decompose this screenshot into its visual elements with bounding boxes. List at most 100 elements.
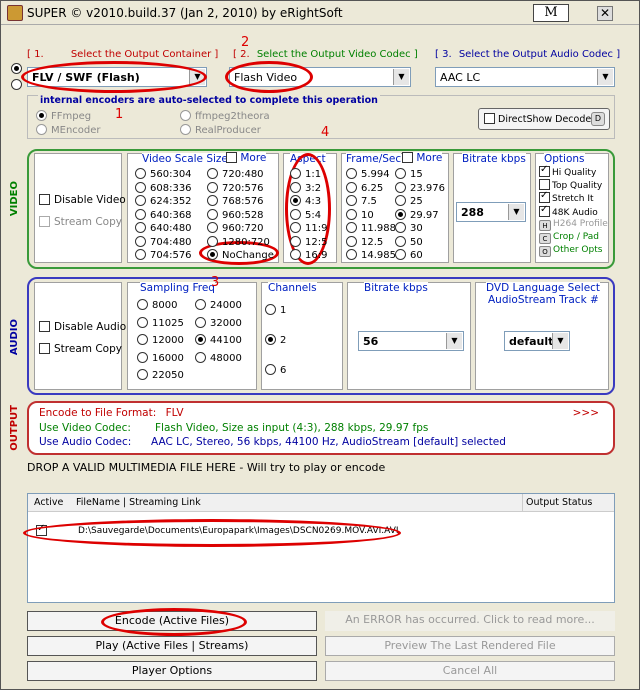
freq-option[interactable]: 8000 <box>137 299 177 311</box>
player-options-button[interactable]: Player Options <box>27 661 317 681</box>
col-filename[interactable]: FileName | Streaming Link <box>76 497 201 508</box>
video-option-1[interactable]: Top Quality <box>539 179 602 191</box>
scale-option[interactable]: 1280:720 <box>207 235 270 248</box>
scale-option[interactable]: 704:480 <box>135 235 192 248</box>
aspect-option[interactable]: 1:1 <box>290 168 321 180</box>
scale-more[interactable]: More <box>226 152 267 164</box>
scale-option[interactable]: NoChange <box>207 249 274 261</box>
audio-disable-frame: Disable Audio Stream Copy <box>34 282 126 390</box>
video-stream-copy-checkbox[interactable]: Stream Copy <box>39 216 122 228</box>
channel-option[interactable]: 1 <box>265 304 286 316</box>
freq-option[interactable]: 44100 <box>195 334 242 346</box>
video-option-6[interactable]: O Other Opts <box>539 245 602 258</box>
col-output-status[interactable]: Output Status <box>526 497 592 508</box>
aspect-option[interactable]: 11:9 <box>290 222 327 234</box>
app-window: SUPER © v2010.build.37 (Jan 2, 2010) by … <box>0 0 640 690</box>
fps-option[interactable]: 6.25 <box>346 181 383 194</box>
cancel-all-button[interactable]: Cancel All <box>325 661 615 681</box>
encoder-ffmpeg2theora: ffmpeg2theora <box>180 110 270 122</box>
file-list[interactable]: Active FileName | Streaming Link Output … <box>27 493 615 603</box>
scale-option[interactable]: 608:336 <box>135 181 192 194</box>
chevron-down-icon: ▼ <box>508 204 524 220</box>
scale-option[interactable]: 640:480 <box>135 222 192 234</box>
video-section-label: VIDEO <box>9 181 20 217</box>
video-option-2[interactable]: Stretch It <box>539 190 594 204</box>
disable-audio-checkbox[interactable]: Disable Audio <box>39 321 126 333</box>
fps-option[interactable]: 5.994 <box>346 168 390 180</box>
col-active[interactable]: Active <box>34 497 63 508</box>
scale-option[interactable]: 720:480 <box>207 168 264 180</box>
aspect-option[interactable]: 12:5 <box>290 235 327 248</box>
channel-option[interactable]: 2 <box>265 334 286 346</box>
step1-number: [ 1. <box>27 49 44 60</box>
scale-option[interactable]: 960:528 <box>207 208 264 221</box>
audio-bitrate-select[interactable]: 56 ▼ <box>358 331 464 351</box>
fps-option[interactable]: 50 <box>395 235 423 248</box>
output-audio-row: Use Audio Codec: AAC LC, Stereo, 56 kbps… <box>39 436 506 448</box>
aspect-option[interactable]: 4:3 <box>290 195 321 207</box>
close-icon[interactable]: ✕ <box>597 6 613 21</box>
container-mode-radio-2[interactable] <box>11 79 22 91</box>
fps-more[interactable]: More <box>402 152 443 164</box>
m-button[interactable]: M <box>533 4 569 22</box>
preview-button[interactable]: Preview The Last Rendered File <box>325 636 615 656</box>
scale-option[interactable]: 624:352 <box>135 195 192 207</box>
encoder-mencoder: MEncoder <box>36 124 101 136</box>
dvd-track-select[interactable]: default ▼ <box>504 331 570 351</box>
annotation-number: 3 <box>211 275 220 290</box>
freq-option[interactable]: 16000 <box>137 351 184 364</box>
fps-option[interactable]: 14.985 <box>346 249 396 261</box>
step2-number: [ 2. <box>233 49 250 60</box>
directshow-label: DirectShow Decode <box>498 114 592 125</box>
freq-option[interactable]: 11025 <box>137 316 184 329</box>
chevron-down-icon: ▼ <box>597 69 613 85</box>
play-button[interactable]: Play (Active Files | Streams) <box>27 636 317 656</box>
fps-option[interactable]: 15 <box>395 168 423 180</box>
fps-option[interactable]: 10 <box>346 208 374 221</box>
freq-option[interactable]: 32000 <box>195 316 242 329</box>
fps-option[interactable]: 12.5 <box>346 235 383 248</box>
aspect-option[interactable]: 5:4 <box>290 208 321 221</box>
freq-option[interactable]: 12000 <box>137 334 184 346</box>
video-option-5[interactable]: C Crop / Pad <box>539 232 599 244</box>
freq-option[interactable]: 24000 <box>195 299 242 311</box>
error-link[interactable]: An ERROR has occurred. Click to read mor… <box>325 611 615 631</box>
fps-option[interactable]: 60 <box>395 249 423 261</box>
step1-header: [ 1. Select the Output Container ] <box>27 49 218 60</box>
scale-option[interactable]: 560:304 <box>135 168 192 180</box>
container-mode-radio-1[interactable] <box>11 63 22 75</box>
video-option-0[interactable]: Hi Quality <box>539 164 596 178</box>
video-option-4[interactable]: H H264 Profile <box>539 219 608 231</box>
fps-option[interactable]: 23.976 <box>395 181 445 194</box>
freq-option[interactable]: 48000 <box>195 351 242 364</box>
fps-option[interactable]: 7.5 <box>346 195 377 207</box>
annotation-number: 2 <box>241 35 250 50</box>
fps-option[interactable]: 29.97 <box>395 208 439 221</box>
annotation-ellipse-container <box>21 61 207 93</box>
fps-option[interactable]: 11.988 <box>346 222 396 234</box>
dvd-subtitle: AudioStream Track # <box>488 294 599 306</box>
scale-option[interactable]: 768:576 <box>207 195 264 207</box>
directshow-decode-button[interactable]: DirectShow Decode D <box>478 108 610 130</box>
audio-stream-copy-checkbox[interactable]: Stream Copy <box>39 343 122 355</box>
fps-option[interactable]: 30 <box>395 222 423 234</box>
freq-option[interactable]: 22050 <box>137 369 184 381</box>
output-more-link[interactable]: >>> <box>573 407 599 419</box>
video-bitrate-select[interactable]: 288 ▼ <box>456 202 526 222</box>
scale-option[interactable]: 704:576 <box>135 249 192 261</box>
step2-header: [ 2. Select the Output Video Codec ] <box>233 49 418 60</box>
fps-option[interactable]: 25 <box>395 195 423 207</box>
dvd-track-value: default <box>509 335 554 348</box>
aspect-option[interactable]: 3:2 <box>290 181 321 194</box>
sampling-title: Sampling Freq <box>140 282 215 294</box>
channel-option[interactable]: 6 <box>265 364 286 376</box>
disable-video-checkbox[interactable]: Disable Video <box>39 194 126 206</box>
video-option-3[interactable]: 48K Audio <box>539 204 598 218</box>
scale-option[interactable]: 640:368 <box>135 208 192 221</box>
audio-codec-select[interactable]: AAC LC ▼ <box>435 67 615 87</box>
output-format-row: Encode to File Format: FLV <box>39 407 184 419</box>
aspect-option[interactable]: 16:9 <box>290 249 327 261</box>
step2-label: Select the Output Video Codec ] <box>256 49 418 60</box>
scale-option[interactable]: 720:576 <box>207 181 264 194</box>
scale-option[interactable]: 960:720 <box>207 222 264 234</box>
